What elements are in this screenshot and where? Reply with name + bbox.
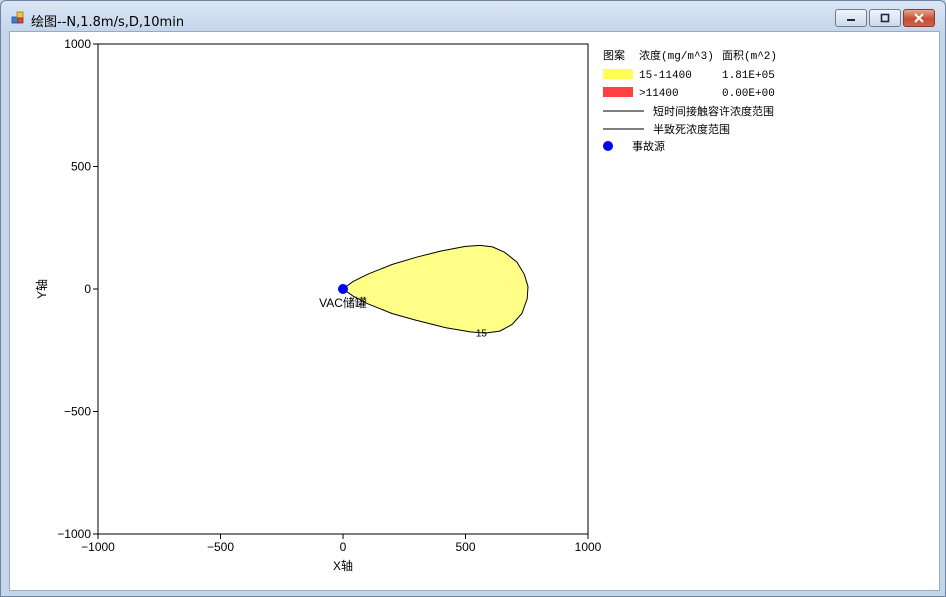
y-tick-label: −1000 (57, 527, 91, 541)
close-icon (914, 13, 924, 23)
legend-source-marker (603, 141, 613, 151)
contour-label: 15 (476, 329, 488, 340)
close-button[interactable] (903, 9, 935, 27)
maximize-button[interactable] (869, 9, 901, 27)
app-window: 绘图--N,1.8m/s,D,10min 15 −1000 −500 0 500 100… (0, 0, 946, 597)
title-bar[interactable]: 绘图--N,1.8m/s,D,10min (1, 1, 945, 33)
legend-line-lc50-label: 半致死浓度范围 (653, 122, 730, 136)
minimize-button[interactable] (835, 9, 867, 27)
x-axis-label: X轴 (333, 558, 353, 573)
legend-row-low-area: 1.81E+05 (722, 70, 775, 82)
source-marker (338, 284, 348, 294)
window-title: 绘图--N,1.8m/s,D,10min (31, 15, 185, 30)
x-tick-label: 500 (455, 540, 475, 554)
legend-line-stel-label: 短时间接触容许浓度范围 (653, 104, 774, 118)
restore-icon (880, 13, 890, 23)
source-label: VAC储罐 (319, 295, 367, 310)
legend-row-high-label: >11400 (639, 88, 679, 100)
legend-row-high-area: 0.00E+00 (722, 88, 775, 100)
x-tick-label: 0 (340, 540, 347, 554)
y-tick-label: 1000 (64, 37, 91, 51)
legend: 图案 浓度(mg/m^3) 面积(m^2) 15-11400 1.81E+05 … (603, 48, 777, 153)
y-tick-label: 0 (84, 282, 91, 296)
x-tick-label: −1000 (81, 540, 115, 554)
y-axis-label: Y轴 (34, 279, 49, 299)
legend-header-concentration: 浓度(mg/m^3) (639, 48, 714, 63)
legend-header-pattern: 图案 (603, 48, 625, 62)
y-tick-label: 500 (71, 160, 91, 174)
legend-swatch-low (603, 69, 633, 79)
legend-header-area: 面积(m^2) (722, 49, 777, 63)
client-area: 15 −1000 −500 0 500 1000 1000 500 0 −500 −1000 VA… (9, 31, 940, 591)
x-tick-label: −500 (207, 540, 234, 554)
legend-source-label: 事故源 (632, 139, 665, 153)
legend-swatch-high (603, 87, 633, 97)
legend-row-low-label: 15-11400 (639, 70, 692, 82)
minimize-icon (847, 19, 855, 21)
x-tick-label: 1000 (575, 540, 602, 554)
y-tick-label: −500 (64, 405, 91, 419)
app-icon (11, 11, 24, 24)
plot-chart: 15 −1000 −500 0 500 1000 1000 500 0 −500 −1000 VA… (34, 37, 777, 573)
